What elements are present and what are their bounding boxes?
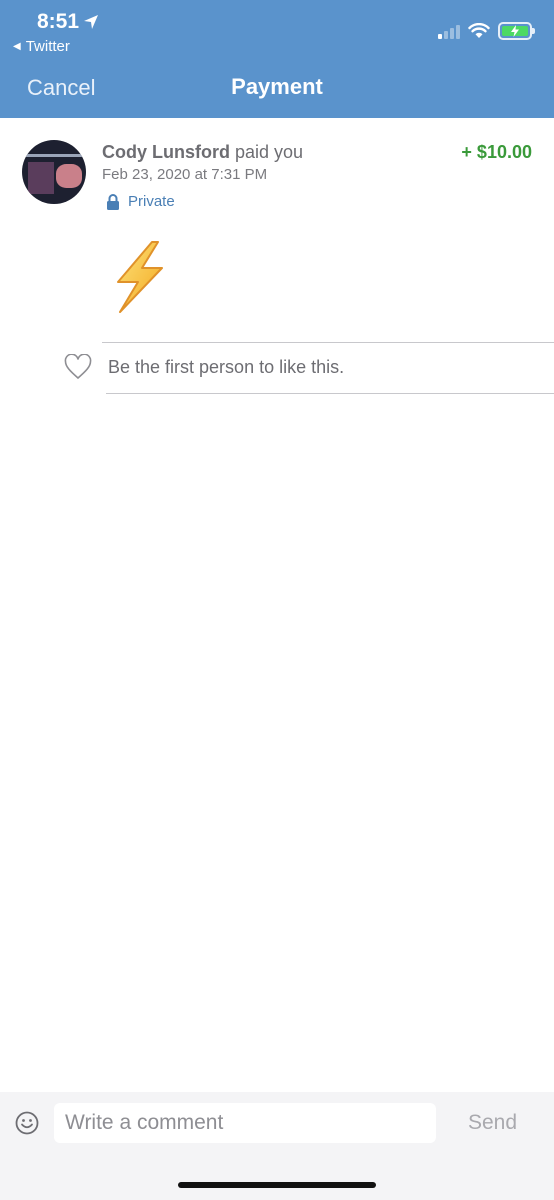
payment-action-text: paid you <box>235 142 304 162</box>
home-indicator[interactable] <box>178 1182 376 1188</box>
note-divider <box>102 342 554 343</box>
app-header: 8:51 ◀ Twitter Cancel Payment <box>0 0 554 118</box>
privacy-indicator[interactable]: Private <box>106 193 175 210</box>
like-prompt-text: Be the first person to like this. <box>108 356 345 377</box>
wifi-icon <box>468 23 490 38</box>
payment-date: Feb 23, 2020 at 7:31 PM <box>102 166 268 183</box>
lightning-bolt-emoji-icon <box>117 241 163 313</box>
lock-icon <box>107 193 119 210</box>
payer-avatar[interactable] <box>22 140 86 204</box>
cellular-signal-icon <box>438 23 460 39</box>
status-time: 8:51 <box>37 10 99 34</box>
heart-icon[interactable] <box>64 354 92 380</box>
emoji-smiley-icon[interactable] <box>14 1110 40 1136</box>
status-indicators <box>438 22 535 40</box>
payment-amount: + $10.00 <box>461 142 532 162</box>
like-row: Be the first person to like this. <box>64 354 344 380</box>
likes-divider <box>106 393 554 394</box>
status-time-text: 8:51 <box>37 10 80 33</box>
privacy-label: Private <box>128 193 175 210</box>
battery-icon <box>498 22 535 40</box>
comment-input[interactable] <box>54 1103 436 1143</box>
payment-summary: Cody Lunsford paid you <box>102 142 303 163</box>
page-title: Payment <box>231 74 323 99</box>
charging-bolt-icon <box>511 25 519 37</box>
location-arrow-icon <box>84 15 99 29</box>
send-button[interactable]: Send <box>468 1111 517 1135</box>
back-to-app-link[interactable]: ◀ Twitter <box>13 38 70 55</box>
back-app-label: Twitter <box>25 38 70 55</box>
payer-name-link[interactable]: Cody Lunsford <box>102 142 230 162</box>
back-triangle-icon: ◀ <box>13 41 21 52</box>
